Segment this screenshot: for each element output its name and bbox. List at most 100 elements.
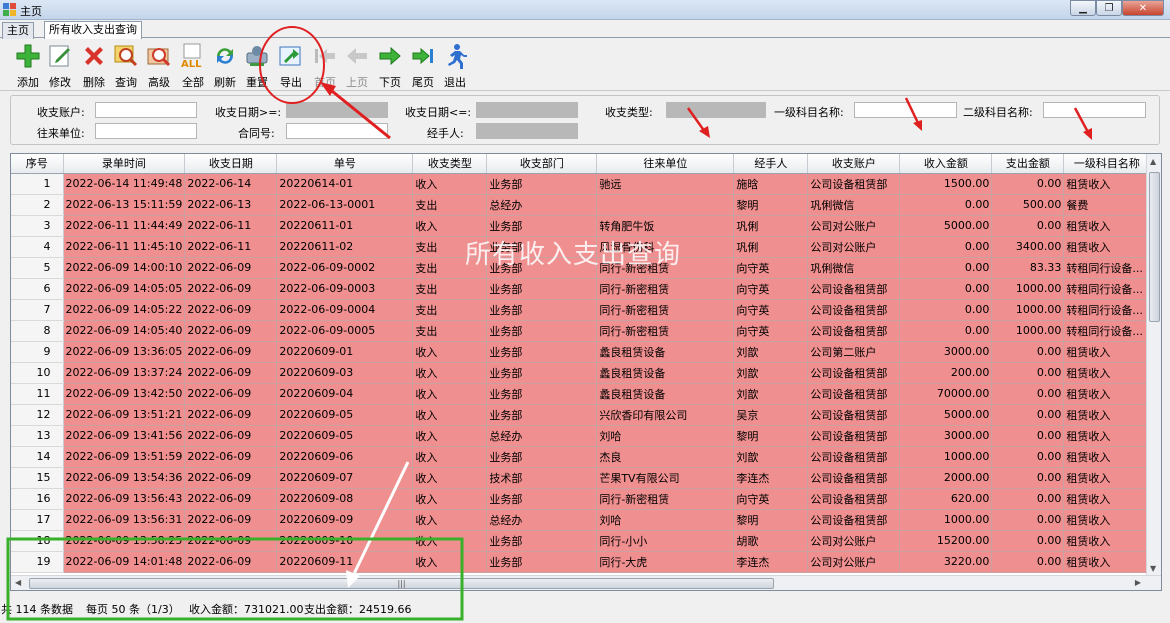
row-index-cell[interactable]: 9 <box>11 341 64 363</box>
table-row[interactable]: 5 2022-06-09 14:00:10 2022-06-09 2022-06-09… <box>11 257 1151 279</box>
table-cell[interactable]: 转角肥牛饭 <box>596 215 735 237</box>
table-row[interactable]: 14 2022-06-09 13:51:59 2022-06-09 20220609-… <box>11 446 1151 468</box>
table-cell[interactable]: 0.00 <box>899 257 993 279</box>
table-cell[interactable]: 支出 <box>412 278 488 300</box>
table-cell[interactable]: 2022-06-09 14:01:48 <box>63 551 186 573</box>
table-cell[interactable]: 2022-06-11 <box>184 236 278 258</box>
table-row[interactable]: 4 2022-06-11 11:45:10 2022-06-11 20220611-0… <box>11 236 1151 258</box>
table-cell[interactable]: 收入 <box>412 215 488 237</box>
table-cell[interactable]: 0.00 <box>991 383 1065 405</box>
row-index-cell[interactable]: 7 <box>11 299 64 321</box>
table-cell[interactable]: 租赁收入 <box>1063 362 1151 384</box>
table-row[interactable]: 19 2022-06-09 14:01:48 2022-06-09 20220609-… <box>11 551 1151 573</box>
table-cell[interactable]: 0.00 <box>899 299 993 321</box>
column-header[interactable]: 经手人 <box>733 154 809 174</box>
table-row[interactable]: 7 2022-06-09 14:05:22 2022-06-09 2022-06-09… <box>11 299 1151 321</box>
table-cell[interactable]: 20220609-10 <box>276 530 414 552</box>
subject1-input[interactable] <box>854 102 957 118</box>
last-page-button[interactable]: 尾页 <box>407 43 439 90</box>
table-row[interactable]: 13 2022-06-09 13:41:56 2022-06-09 20220609-… <box>11 425 1151 447</box>
table-row[interactable]: 12 2022-06-09 13:51:21 2022-06-09 20220609-… <box>11 404 1151 426</box>
table-cell[interactable]: 巩俐 <box>733 236 809 258</box>
table-cell[interactable]: 83.33 <box>991 257 1065 279</box>
table-cell[interactable]: 2022-06-09 <box>184 404 278 426</box>
column-header[interactable]: 收支账户 <box>807 154 901 174</box>
table-cell[interactable]: 刘歆 <box>733 446 809 468</box>
horizontal-scrollbar[interactable]: ◀ ||| ▶ <box>11 575 1161 590</box>
table-cell[interactable]: 业务部 <box>486 173 598 195</box>
table-cell[interactable]: 租赁收入 <box>1063 425 1151 447</box>
table-cell[interactable]: 20220609-01 <box>276 341 414 363</box>
table-cell[interactable]: 蠡良租赁设备 <box>596 362 735 384</box>
row-index-cell[interactable]: 11 <box>11 383 64 405</box>
table-cell[interactable]: 20220609-06 <box>276 446 414 468</box>
subject2-input[interactable] <box>1043 102 1146 118</box>
column-header[interactable]: 往来单位 <box>596 154 735 174</box>
prev-page-button[interactable]: 上页 <box>341 43 373 90</box>
row-index-cell[interactable]: 2 <box>11 194 64 216</box>
table-cell[interactable]: 5000.00 <box>899 404 993 426</box>
table-cell[interactable]: 200.00 <box>899 362 993 384</box>
table-cell[interactable]: 总经办 <box>486 509 598 531</box>
table-cell[interactable]: 公司第二账户 <box>807 341 901 363</box>
table-cell[interactable]: 0.00 <box>899 194 993 216</box>
table-row[interactable]: 6 2022-06-09 14:05:05 2022-06-09 2022-06-09… <box>11 278 1151 300</box>
table-cell[interactable]: 2022-06-09 <box>184 509 278 531</box>
table-cell[interactable]: 0.00 <box>899 236 993 258</box>
refresh-button[interactable]: 刷新 <box>209 43 241 90</box>
table-cell[interactable]: 2022-06-09 14:05:22 <box>63 299 186 321</box>
table-cell[interactable]: 业务部 <box>486 278 598 300</box>
table-cell[interactable]: 业务部 <box>486 215 598 237</box>
horizontal-scroll-thumb[interactable]: ||| <box>29 578 774 589</box>
contract-input[interactable] <box>286 123 388 139</box>
table-row[interactable]: 18 2022-06-09 13:58:25 2022-06-09 20220609-… <box>11 530 1151 552</box>
table-cell[interactable]: 0.00 <box>899 320 993 342</box>
table-cell[interactable]: 同行-新密租赁 <box>596 488 735 510</box>
table-cell[interactable]: 巩俐微信 <box>807 257 901 279</box>
table-cell[interactable]: 收入 <box>412 341 488 363</box>
table-cell[interactable]: 租赁收入 <box>1063 173 1151 195</box>
table-row[interactable]: 2 2022-06-13 15:11:59 2022-06-13 2022-06-13… <box>11 194 1151 216</box>
table-cell[interactable]: 2022-06-13-0001 <box>276 194 414 216</box>
table-cell[interactable]: 总经办 <box>486 194 598 216</box>
row-index-cell[interactable]: 14 <box>11 446 64 468</box>
table-cell[interactable]: 业务部 <box>486 299 598 321</box>
table-cell[interactable]: 2022-06-09 13:37:24 <box>63 362 186 384</box>
scroll-up-icon[interactable]: ▲ <box>1150 157 1156 166</box>
table-cell[interactable]: 70000.00 <box>899 383 993 405</box>
table-cell[interactable]: 向守英 <box>733 488 809 510</box>
table-cell[interactable]: 公司设备租赁部 <box>807 362 901 384</box>
column-header[interactable]: 收支日期 <box>184 154 278 174</box>
table-cell[interactable]: 0.00 <box>991 551 1065 573</box>
delete-button[interactable]: 删除 <box>78 43 110 90</box>
table-cell[interactable]: 转租同行设备... <box>1063 320 1151 342</box>
table-cell[interactable]: 同行-小小 <box>596 530 735 552</box>
table-cell[interactable]: 公司对公账户 <box>807 215 901 237</box>
table-cell[interactable]: 2022-06-09 <box>184 278 278 300</box>
row-index-cell[interactable]: 19 <box>11 551 64 573</box>
table-cell[interactable]: 2022-06-13 15:11:59 <box>63 194 186 216</box>
table-row[interactable]: 3 2022-06-11 11:44:49 2022-06-11 20220611-0… <box>11 215 1151 237</box>
date-to-input[interactable] <box>476 102 578 118</box>
table-cell[interactable]: 2022-06-09 13:42:50 <box>63 383 186 405</box>
table-cell[interactable]: 芒果TV有限公司 <box>596 467 735 489</box>
table-cell[interactable]: 刘歆 <box>733 341 809 363</box>
table-cell[interactable]: 2022-06-09 13:56:31 <box>63 509 186 531</box>
table-cell[interactable]: 业务部 <box>486 320 598 342</box>
column-header[interactable]: 支出金额 <box>991 154 1065 174</box>
table-cell[interactable]: 业务部 <box>486 551 598 573</box>
scroll-down-icon[interactable]: ▼ <box>1150 564 1156 573</box>
table-cell[interactable]: 租赁收入 <box>1063 446 1151 468</box>
table-cell[interactable]: 0.00 <box>899 278 993 300</box>
column-header[interactable]: 单号 <box>276 154 414 174</box>
table-cell[interactable]: 转租同行设备... <box>1063 257 1151 279</box>
reset-button[interactable]: 重置 <box>241 43 273 90</box>
table-cell[interactable]: 租赁收入 <box>1063 488 1151 510</box>
table-cell[interactable]: 租赁收入 <box>1063 551 1151 573</box>
table-cell[interactable]: 李连杰 <box>733 551 809 573</box>
table-cell[interactable]: 20220611-02 <box>276 236 414 258</box>
table-cell[interactable]: 2022-06-09 <box>184 446 278 468</box>
table-cell[interactable]: 同行-新密租赁 <box>596 257 735 279</box>
table-cell[interactable]: 向守英 <box>733 320 809 342</box>
table-cell[interactable]: 公司对公账户 <box>807 236 901 258</box>
